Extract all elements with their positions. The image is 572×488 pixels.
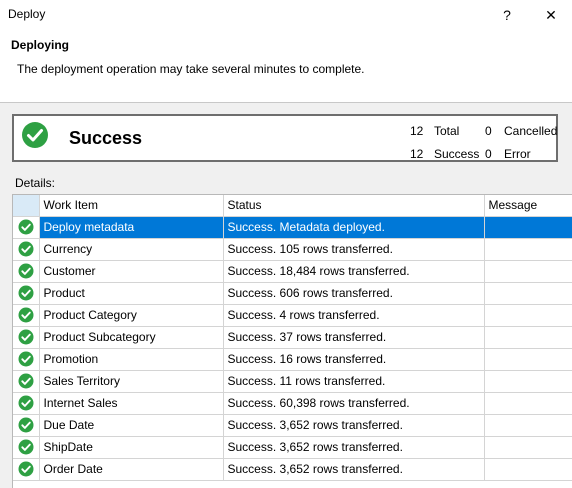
column-header-message[interactable]: Message: [484, 195, 572, 217]
total-count: 12: [410, 124, 424, 138]
message-cell: [484, 370, 572, 393]
row-status-cell: [13, 282, 40, 305]
row-status-cell: [13, 348, 40, 371]
row-status-cell: [13, 304, 40, 327]
title-bar: Deploy ? ✕: [0, 0, 572, 30]
help-button[interactable]: ?: [487, 0, 527, 30]
message-cell: [484, 436, 572, 459]
message-cell: [484, 326, 572, 349]
work-item-cell: Order Date: [39, 458, 224, 481]
table-row[interactable]: Due Date Success. 3,652 rows transferred.: [13, 414, 572, 437]
cancelled-label: Cancelled: [504, 124, 558, 138]
success-label: Success: [434, 147, 480, 161]
table-row[interactable]: Deploy metadata Success. Metadata deploye…: [13, 216, 572, 239]
table-row[interactable]: Internet Sales Success. 60,398 rows trans…: [13, 392, 572, 415]
dialog-header: Deploying The deployment operation may t…: [0, 30, 572, 103]
total-label: Total: [434, 124, 460, 138]
status-cell: Success. 3,652 rows transferred.: [223, 414, 485, 437]
row-status-cell: [13, 458, 40, 481]
status-cell: Success. 11 rows transferred.: [223, 370, 485, 393]
status-cell: Success. Metadata deployed.: [223, 216, 485, 239]
work-item-cell: Promotion: [39, 348, 224, 371]
table-row[interactable]: Sales Territory Success. 11 rows transfer…: [13, 370, 572, 393]
work-item-cell: Product: [39, 282, 224, 305]
status-cell: Success. 18,484 rows transferred.: [223, 260, 485, 283]
success-check-icon: [18, 307, 34, 323]
message-cell: [484, 348, 572, 371]
success-count: 12: [410, 147, 424, 161]
success-check-icon: [18, 439, 34, 455]
summary-panel: Success 12 Total 0 Cancelled 12 Success …: [12, 114, 558, 162]
table-row[interactable]: Currency Success. 105 rows transferred.: [13, 238, 572, 261]
success-check-icon: [18, 263, 34, 279]
close-button[interactable]: ✕: [531, 0, 571, 30]
grid-body: Deploy metadata Success. Metadata deploye…: [13, 216, 572, 481]
work-item-cell: Sales Territory: [39, 370, 224, 393]
window-title: Deploy: [8, 7, 46, 21]
work-item-cell: Currency: [39, 238, 224, 261]
status-cell: Success. 606 rows transferred.: [223, 282, 485, 305]
row-status-cell: [13, 414, 40, 437]
row-status-cell: [13, 392, 40, 415]
details-label: Details:: [15, 176, 56, 190]
work-item-cell: Product Category: [39, 304, 224, 327]
table-row[interactable]: Order Date Success. 3,652 rows transferre…: [13, 458, 572, 481]
success-check-icon: [22, 122, 48, 148]
status-cell: Success. 3,652 rows transferred.: [223, 458, 485, 481]
status-cell: Success. 16 rows transferred.: [223, 348, 485, 371]
work-item-cell: Deploy metadata: [39, 216, 224, 239]
work-item-cell: ShipDate: [39, 436, 224, 459]
summary-result: Success: [69, 128, 143, 148]
table-row[interactable]: ShipDate Success. 3,652 rows transferred.: [13, 436, 572, 459]
table-row[interactable]: Customer Success. 18,484 rows transferred…: [13, 260, 572, 283]
error-count: 0: [485, 147, 492, 161]
header-row: Work Item Status Message: [13, 195, 572, 217]
work-item-cell: Internet Sales: [39, 392, 224, 415]
success-check-icon: [18, 219, 34, 235]
details-grid[interactable]: Work Item Status Message Deploy metadata…: [12, 194, 572, 488]
status-cell: Success. 37 rows transferred.: [223, 326, 485, 349]
message-cell: [484, 216, 572, 239]
table-row[interactable]: Promotion Success. 16 rows transferred.: [13, 348, 572, 371]
message-cell: [484, 414, 572, 437]
cancelled-count: 0: [485, 124, 492, 138]
status-cell: Success. 60,398 rows transferred.: [223, 392, 485, 415]
details-table: Work Item Status Message Deploy metadata…: [13, 195, 572, 481]
success-check-icon: [18, 461, 34, 477]
status-cell: Success. 105 rows transferred.: [223, 238, 485, 261]
work-item-cell: Due Date: [39, 414, 224, 437]
table-row[interactable]: Product Subcategory Success. 37 rows tran…: [13, 326, 572, 349]
column-header-status[interactable]: Status: [223, 195, 485, 217]
row-status-cell: [13, 260, 40, 283]
header-title: Deploying: [11, 38, 70, 52]
row-status-cell: [13, 326, 40, 349]
row-status-cell: [13, 436, 40, 459]
success-check-icon: [18, 395, 34, 411]
work-item-cell: Product Subcategory: [39, 326, 224, 349]
status-cell: Success. 4 rows transferred.: [223, 304, 485, 327]
success-check-icon: [18, 241, 34, 257]
success-check-icon: [18, 417, 34, 433]
success-check-icon: [18, 285, 34, 301]
success-check-icon: [18, 373, 34, 389]
column-header-work-item[interactable]: Work Item: [39, 195, 224, 217]
error-label: Error: [504, 147, 531, 161]
message-cell: [484, 304, 572, 327]
message-cell: [484, 458, 572, 481]
message-cell: [484, 282, 572, 305]
row-status-cell: [13, 216, 40, 239]
message-cell: [484, 238, 572, 261]
status-cell: Success. 3,652 rows transferred.: [223, 436, 485, 459]
success-check-icon: [18, 351, 34, 367]
row-status-cell: [13, 370, 40, 393]
success-check-icon: [18, 329, 34, 345]
table-row[interactable]: Product Success. 606 rows transferred.: [13, 282, 572, 305]
row-header-corner[interactable]: [13, 195, 40, 217]
header-description: The deployment operation may take severa…: [17, 62, 365, 76]
message-cell: [484, 260, 572, 283]
row-status-cell: [13, 238, 40, 261]
work-item-cell: Customer: [39, 260, 224, 283]
table-row[interactable]: Product Category Success. 4 rows transfer…: [13, 304, 572, 327]
message-cell: [484, 392, 572, 415]
